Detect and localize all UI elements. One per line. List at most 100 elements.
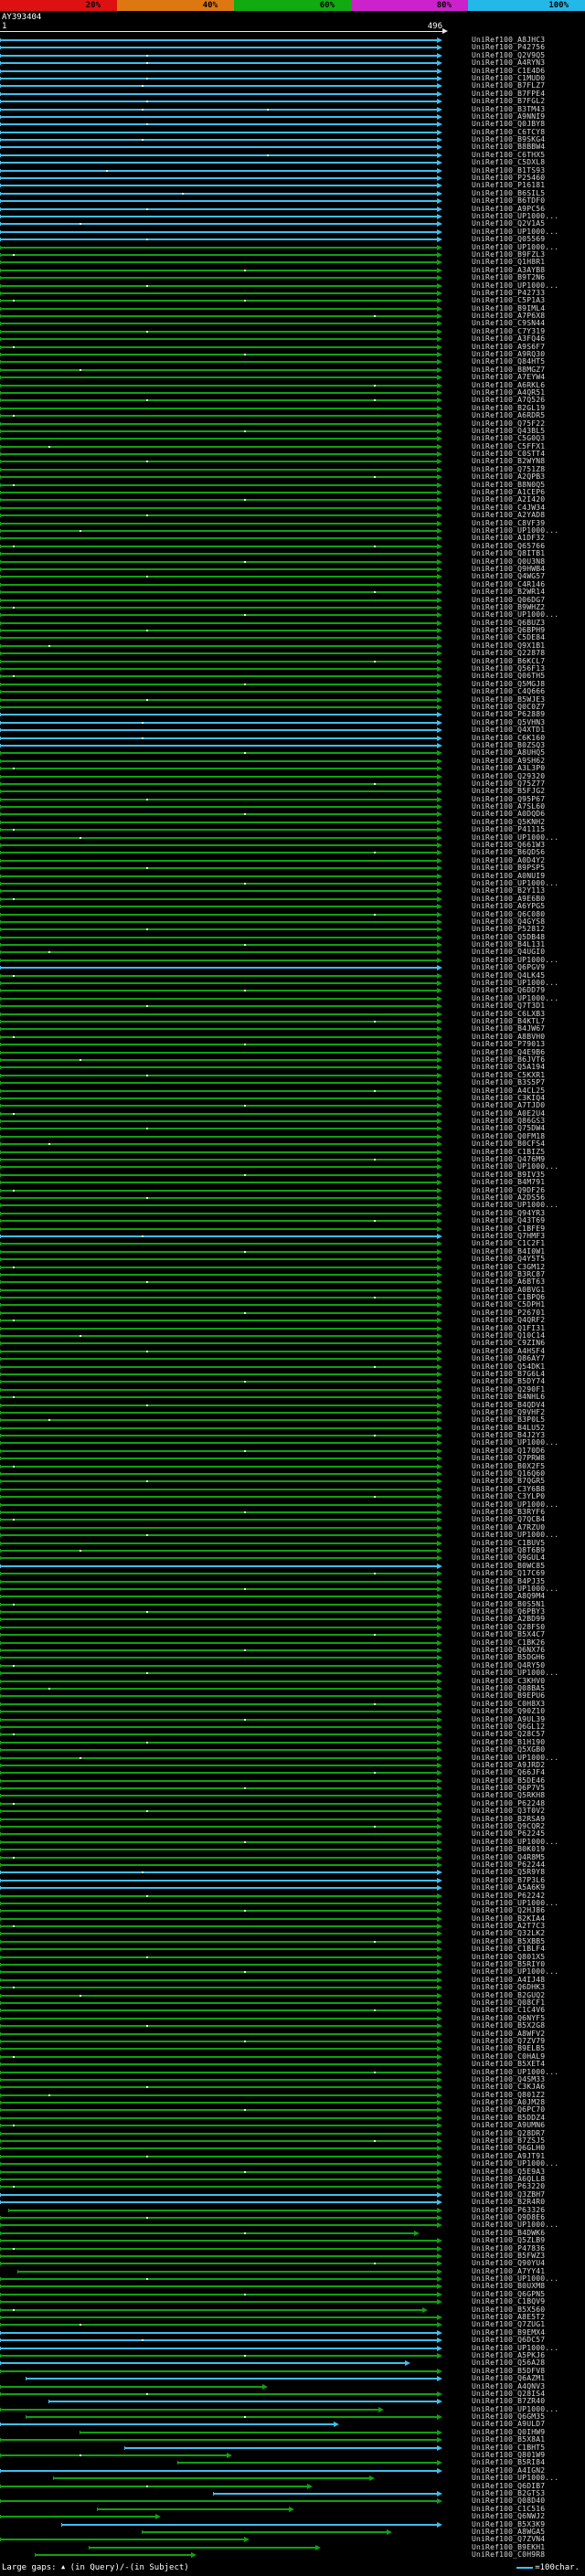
alignment-arrowhead-icon <box>437 935 442 940</box>
gap-marker-icon <box>80 1550 81 1552</box>
alignment-arrowhead-icon <box>437 2346 442 2351</box>
gap-marker-icon <box>244 300 246 302</box>
hit-accession-label[interactable]: UniRef100_C0H9R8 <box>472 2551 545 2559</box>
alignment-arrowhead-icon <box>437 444 442 450</box>
alignment-arrowhead-icon <box>437 406 442 411</box>
gap-marker-icon <box>244 2232 246 2234</box>
alignment-arrowhead-icon <box>437 1272 442 1277</box>
gap-legend: Large gaps: ▲ (in Query)/-(in Subject) <box>2 2563 189 2572</box>
gap-marker-icon <box>374 1496 376 1498</box>
alignment-bar <box>0 1342 437 1344</box>
alignment-bar <box>0 2147 437 2149</box>
alignment-bar <box>0 1281 437 1283</box>
alignment-arrowhead-icon <box>437 2299 442 2305</box>
alignment-bar <box>0 883 437 885</box>
alignment-bar <box>0 1442 437 1444</box>
gap-marker-icon <box>374 399 376 401</box>
gap-marker-icon <box>106 170 108 172</box>
alignment-bar <box>0 645 437 647</box>
alignment-arrowhead-icon <box>437 221 442 227</box>
alignment-bar <box>0 1066 437 1068</box>
alignment-bar <box>0 2486 307 2487</box>
gap-marker-icon <box>146 1611 148 1613</box>
alignment-arrowhead-icon <box>437 958 442 963</box>
alignment-bar <box>0 1695 437 1697</box>
alignment-arrowhead-icon <box>437 2315 442 2320</box>
alignment-arrowhead-icon <box>437 1801 442 1807</box>
alignment-bar <box>0 1887 437 1889</box>
alignment-arrowhead-icon <box>437 1763 442 1768</box>
alignment-bar <box>0 1028 437 1030</box>
alignment-bar <box>0 1090 437 1092</box>
alignment-bar <box>0 1419 437 1421</box>
alignment-bar <box>0 990 437 991</box>
gap-marker-icon <box>244 270 246 271</box>
gap-marker-icon <box>244 944 246 946</box>
alignment-arrowhead-icon <box>437 1693 442 1699</box>
alignment-bar <box>0 1749 437 1751</box>
alignment-arrowhead-icon <box>437 1494 442 1500</box>
gap-marker-icon <box>244 990 246 991</box>
alignment-arrowhead-icon <box>437 1778 442 1784</box>
alignment-bar <box>0 523 437 525</box>
alignment-bar <box>0 745 437 747</box>
gap-marker-icon <box>146 928 148 930</box>
alignment-bar <box>0 790 437 792</box>
gap-marker-icon <box>244 2416 246 2418</box>
gap-marker-icon <box>13 1466 15 1468</box>
alignment-bar <box>0 369 437 371</box>
query-ruler: 1 496 <box>0 22 457 35</box>
alignment-arrowhead-icon <box>437 1901 442 1906</box>
alignment-bar <box>0 652 437 654</box>
gap-legend-suffix: (in Query)/-(in Subject) <box>70 2563 189 2572</box>
alignment-bar <box>0 1627 437 1628</box>
alignment-bar <box>0 116 437 118</box>
alignment-bar <box>0 1174 437 1176</box>
alignment-arrowhead-icon <box>437 1908 442 1913</box>
alignment-bar <box>0 2025 437 2027</box>
gap-marker-icon <box>142 1871 144 1873</box>
alignment-arrowhead-icon <box>437 1026 442 1032</box>
gap-marker-icon <box>13 1036 15 1038</box>
alignment-bar <box>0 323 437 324</box>
alignment-arrowhead-icon <box>437 1747 442 1753</box>
gap-marker-icon <box>244 883 246 885</box>
alignment-bar <box>0 2263 437 2264</box>
alignment-arrowhead-icon <box>437 843 442 848</box>
alignment-arrowhead-icon <box>414 2231 420 2236</box>
gap-marker-icon <box>13 346 15 348</box>
alignment-bar <box>0 1948 437 1950</box>
identity-key-segment: 20% <box>0 0 117 11</box>
gap-marker-icon <box>146 1405 148 1406</box>
alignment-arrowhead-icon <box>437 1019 442 1024</box>
alignment-bar <box>0 1143 437 1145</box>
alignment-row[interactable]: UniRef100_C0H9R8 <box>0 2551 585 2559</box>
alignment-arrowhead-icon <box>437 2437 442 2443</box>
alignment-arrowhead-icon <box>437 2138 442 2144</box>
gap-marker-icon <box>80 1757 81 1759</box>
gap-marker-icon <box>244 1841 246 1843</box>
alignment-bar <box>0 2516 155 2518</box>
alignment-bar <box>0 776 437 778</box>
alignment-arrowhead-icon <box>437 1808 442 1814</box>
alignment-bar <box>0 537 437 539</box>
alignment-bar <box>0 799 437 800</box>
alignment-bar <box>0 737 437 739</box>
alignment-arrowhead-icon <box>437 2292 442 2297</box>
alignment-arrowhead-icon <box>437 1479 442 1484</box>
alignment-bar <box>0 1933 437 1935</box>
alignment-bar <box>0 1358 437 1360</box>
alignment-bar <box>89 2547 316 2549</box>
alignment-arrowhead-icon <box>437 436 442 441</box>
alignment-arrowhead-icon <box>437 1288 442 1293</box>
gap-marker-icon <box>267 109 269 111</box>
gap-marker-icon <box>146 799 148 800</box>
alignment-bar <box>0 1925 437 1927</box>
alignment-bar <box>0 1733 437 1735</box>
alignment-arrowhead-icon <box>437 383 442 388</box>
alignment-arrowhead-icon <box>315 2545 321 2550</box>
gap-marker-icon <box>244 1971 246 1973</box>
alignment-bar <box>0 1557 437 1559</box>
gap-marker-icon <box>13 2056 15 2058</box>
gap-marker-icon <box>146 2217 148 2219</box>
